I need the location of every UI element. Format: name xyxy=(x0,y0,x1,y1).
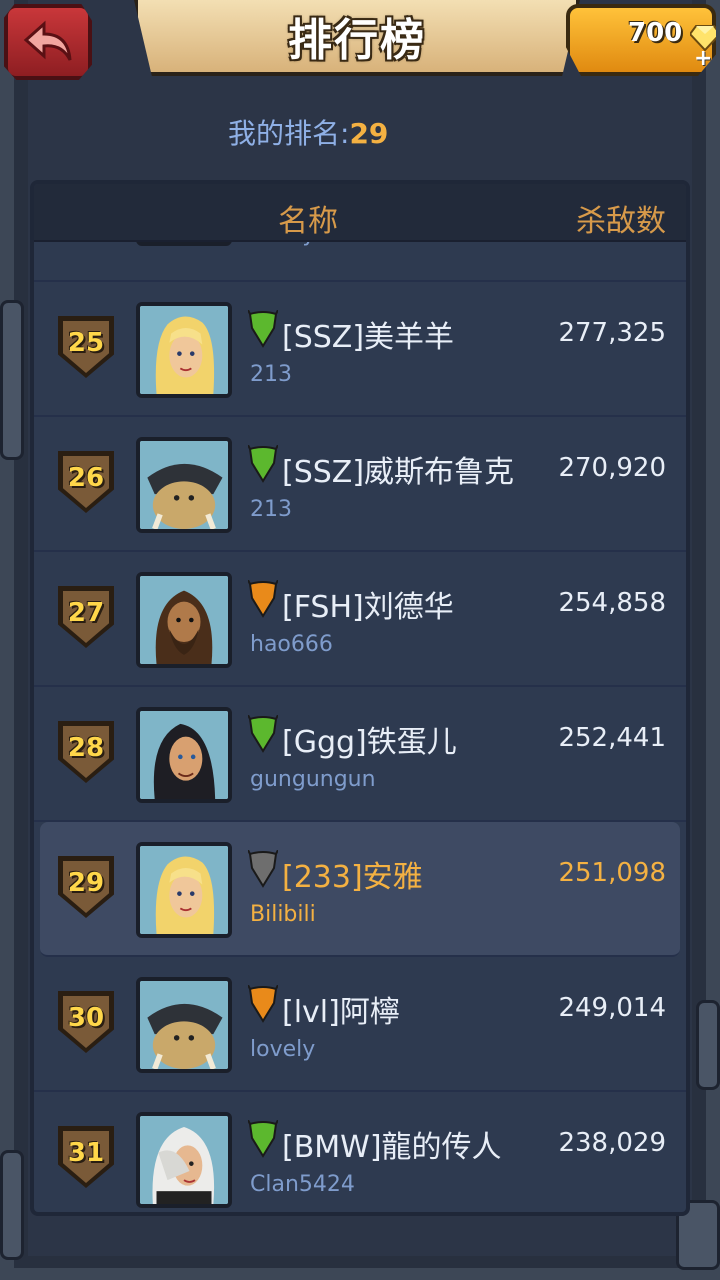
frame-decoration xyxy=(0,300,24,460)
table-row[interactable]: 30 [lvl]阿檸 lovely 249,014 xyxy=(34,957,686,1092)
team-banner-icon xyxy=(248,850,278,888)
avatar[interactable] xyxy=(136,1112,232,1208)
team-banner-icon xyxy=(248,445,278,483)
kill-count: 251,098 xyxy=(558,858,666,888)
my-rank-value: 29 xyxy=(349,117,389,150)
rank-badge: 30 xyxy=(58,991,114,1053)
team-banner-icon xyxy=(248,580,278,618)
table-row[interactable]: 28 [Ggg]铁蛋儿 gungungun 252,441 xyxy=(34,687,686,822)
currency-box[interactable]: 700 + xyxy=(566,4,716,76)
hero-portrait-icon xyxy=(140,981,228,1069)
avatar[interactable] xyxy=(136,707,232,803)
team-banner-icon xyxy=(248,715,278,753)
rank-number: 30 xyxy=(67,1003,105,1033)
currency-value: 700 xyxy=(628,18,683,48)
kill-count: 270,920 xyxy=(558,453,666,483)
rank-badge: 28 xyxy=(58,721,114,783)
player-name: [BMW]龍的传人 xyxy=(282,1130,502,1165)
team-banner-icon xyxy=(248,1120,278,1158)
rank-badge: 26 xyxy=(58,451,114,513)
team-banner-icon xyxy=(248,985,278,1023)
table-row[interactable]: 27 [FSH]刘德华 hao666 254,858 xyxy=(34,552,686,687)
title-banner: 排行榜 xyxy=(134,0,580,76)
hero-portrait-icon xyxy=(140,1116,228,1204)
clan-name: 213 xyxy=(250,362,292,387)
hero-portrait-icon xyxy=(140,711,228,799)
my-rank-label: 我的排名: xyxy=(228,117,350,150)
rank-badge: 31 xyxy=(58,1126,114,1188)
avatar[interactable] xyxy=(136,977,232,1073)
kill-count: 238,029 xyxy=(558,1128,666,1158)
table-row[interactable]: 25 [SSZ]美羊羊 213 277,325 xyxy=(34,282,686,417)
rank-badge: 29 xyxy=(58,856,114,918)
table-row[interactable]: 26 [SSZ]威斯布鲁克 213 270,920 xyxy=(34,417,686,552)
avatar[interactable] xyxy=(136,842,232,938)
rank-number: 26 xyxy=(67,463,105,493)
rank-number: 27 xyxy=(67,598,105,628)
player-name: [SSZ]威斯布鲁克 xyxy=(282,455,515,490)
leaderboard-table[interactable]: 名称 杀敌数 lovely 25 [SSZ]美羊羊 213 277,325 26 [SSZ… xyxy=(30,180,690,1216)
player-name: [lvl]阿檸 xyxy=(282,995,400,1030)
column-header-name: 名称 xyxy=(278,204,338,239)
table-row[interactable]: lovely xyxy=(34,242,686,282)
back-button[interactable] xyxy=(4,4,92,80)
clan-name: lovely xyxy=(250,242,315,247)
kill-count: 277,325 xyxy=(558,318,666,348)
player-name: [233]安雅 xyxy=(282,860,423,895)
hero-portrait-icon xyxy=(140,846,228,934)
frame-decoration xyxy=(0,1150,24,1260)
hero-portrait-icon xyxy=(140,441,228,529)
kill-count: 249,014 xyxy=(558,993,666,1023)
frame-decoration xyxy=(696,1000,720,1090)
kill-count: 252,441 xyxy=(558,723,666,753)
avatar[interactable] xyxy=(136,302,232,398)
my-rank: 我的排名:29 xyxy=(228,112,388,152)
clan-name: Clan5424 xyxy=(250,1172,355,1197)
clan-name: lovely xyxy=(250,1037,316,1062)
clan-name: Bilibili xyxy=(250,902,316,927)
avatar[interactable] xyxy=(136,437,232,533)
kill-count: 254,858 xyxy=(558,588,666,618)
clan-name: gungungun xyxy=(250,767,376,792)
clan-name: hao666 xyxy=(250,632,333,657)
rank-number: 28 xyxy=(67,733,105,763)
player-name: [Ggg]铁蛋儿 xyxy=(282,725,457,760)
rank-badge: 27 xyxy=(58,586,114,648)
player-name: [FSH]刘德华 xyxy=(282,590,454,625)
table-header: 名称 杀敌数 xyxy=(34,184,686,242)
leaderboard-rows[interactable]: lovely 25[SSZ]美羊羊213277,32526[SSZ]威斯布鲁克2… xyxy=(34,242,686,1212)
rank-number: 25 xyxy=(67,328,105,358)
team-banner-icon xyxy=(248,310,278,348)
hero-portrait-icon xyxy=(140,306,228,394)
table-row[interactable]: 31 [BMW]龍的传人 Clan5424 238,029 xyxy=(34,1092,686,1212)
back-arrow-icon xyxy=(23,20,72,61)
rank-badge: 25 xyxy=(58,316,114,378)
column-header-kills: 杀敌数 xyxy=(576,204,666,239)
hero-portrait-icon xyxy=(140,576,228,664)
player-name: [SSZ]美羊羊 xyxy=(282,320,455,355)
rank-number: 29 xyxy=(67,868,105,898)
avatar xyxy=(136,242,232,246)
rank-number: 31 xyxy=(67,1138,105,1168)
table-row-current-player[interactable]: 29 [233]安雅 Bilibili 251,098 xyxy=(40,822,680,957)
avatar[interactable] xyxy=(136,572,232,668)
clan-name: 213 xyxy=(250,497,292,522)
page-title: 排行榜 xyxy=(288,15,426,66)
